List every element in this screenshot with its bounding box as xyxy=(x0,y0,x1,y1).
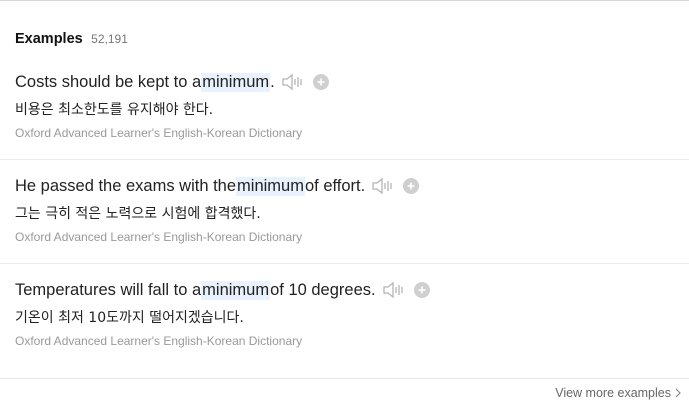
add-icon[interactable] xyxy=(403,178,420,194)
chevron-right-icon xyxy=(675,388,681,398)
example-count: 52,191 xyxy=(91,32,128,46)
speaker-icon[interactable] xyxy=(382,280,408,300)
section-header: Examples 52,191 xyxy=(15,30,128,48)
sentence-text: Costs should be kept to a xyxy=(15,72,202,91)
speaker-icon[interactable] xyxy=(281,72,307,92)
view-more-examples-link[interactable]: View more examples xyxy=(555,386,681,400)
sentence-text: of effort. xyxy=(304,176,366,195)
sentence-text: . xyxy=(270,72,275,91)
example-source: Oxford Advanced Learner's English-Korean… xyxy=(15,230,303,244)
example-sentence: Costs should be kept to a minimum . xyxy=(15,72,329,92)
footer-divider xyxy=(0,378,689,379)
sentence-text: He passed the exams with the xyxy=(15,176,237,195)
example-sentence: Temperatures will fall to a minimum of 1… xyxy=(15,280,430,300)
example-source: Oxford Advanced Learner's English-Korean… xyxy=(15,334,303,348)
translation: 비용은 최소한도를 유지해야 한다. xyxy=(15,102,214,118)
add-icon[interactable] xyxy=(312,74,329,90)
sentence-text: Temperatures will fall to a xyxy=(15,280,202,299)
add-icon[interactable] xyxy=(413,282,430,298)
view-more-label: View more examples xyxy=(555,386,671,400)
example-item: Temperatures will fall to a minimum of 1… xyxy=(0,264,689,368)
example-item: Costs should be kept to a minimum . 비용은 … xyxy=(0,56,689,160)
sentence-text: of 10 degrees. xyxy=(270,280,376,299)
section-title: Examples xyxy=(15,31,83,47)
translation: 그는 극히 적은 노력으로 시험에 합격했다. xyxy=(15,206,261,222)
speaker-icon[interactable] xyxy=(371,176,397,196)
highlighted-term[interactable]: minimum xyxy=(201,72,271,92)
example-sentence: He passed the exams with the minimum of … xyxy=(15,176,420,196)
translation: 기온이 최저 10도까지 떨어지겠습니다. xyxy=(15,310,244,326)
example-item: He passed the exams with the minimum of … xyxy=(0,160,689,264)
top-divider xyxy=(0,0,689,1)
example-source: Oxford Advanced Learner's English-Korean… xyxy=(15,126,303,140)
highlighted-term[interactable]: minimum xyxy=(236,176,305,196)
highlighted-term[interactable]: minimum xyxy=(201,280,271,300)
